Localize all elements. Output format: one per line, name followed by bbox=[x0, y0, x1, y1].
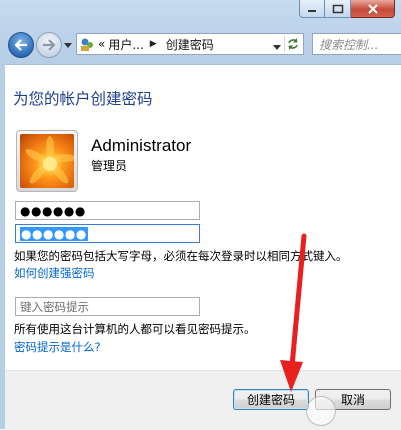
forward-arrow-icon bbox=[43, 39, 56, 51]
content-pane: 为您的帐户创建密码 Administrator 管理员 ●●●●●● ●●●●●… bbox=[5, 64, 401, 370]
refresh-icon[interactable] bbox=[285, 36, 301, 52]
password-hint-field[interactable]: 键入密码提示 bbox=[15, 297, 200, 316]
password-hint-placeholder: 键入密码提示 bbox=[20, 299, 89, 314]
user-role: 管理员 bbox=[91, 159, 128, 173]
maximize-icon bbox=[332, 4, 343, 13]
breadcrumb-create-password[interactable]: 创建密码 bbox=[166, 36, 214, 53]
navigation-bar: « 用户... ▶ 创建密码 搜索控制... bbox=[0, 28, 401, 64]
chevron-down-icon bbox=[64, 42, 72, 48]
confirm-password-value: ●●●●●● bbox=[20, 226, 88, 241]
button-bar: 创建密码 取消 bbox=[5, 370, 401, 430]
hint-visibility-note: 所有使用这台计算机的人都可以看见密码提示。 bbox=[14, 322, 256, 336]
create-password-button[interactable]: 创建密码 bbox=[233, 389, 309, 410]
control-panel-icon bbox=[79, 36, 95, 52]
confirm-password-field[interactable]: ●●●●●● bbox=[15, 224, 200, 243]
back-arrow-icon bbox=[14, 39, 27, 51]
back-button[interactable] bbox=[8, 32, 34, 58]
strong-password-link[interactable]: 如何创建强密码 bbox=[14, 265, 95, 281]
maximize-button[interactable] bbox=[325, 0, 351, 18]
avatar bbox=[16, 130, 78, 192]
breadcrumb-separator-icon[interactable]: ▶ bbox=[150, 39, 157, 49]
close-icon bbox=[367, 3, 378, 14]
breadcrumb-overflow[interactable]: « bbox=[98, 37, 105, 51]
new-password-field[interactable]: ●●●●●● bbox=[15, 201, 200, 220]
new-password-value: ●●●●●● bbox=[20, 203, 86, 218]
flower-picture-icon bbox=[20, 134, 74, 188]
recent-pages-dropdown[interactable] bbox=[63, 40, 73, 50]
user-name: Administrator bbox=[91, 136, 192, 155]
password-hint-help-link[interactable]: 密码提示是什么? bbox=[14, 339, 101, 355]
address-dropdown-icon[interactable] bbox=[273, 39, 281, 53]
watermark-logo-icon bbox=[306, 396, 336, 426]
page-title: 为您的帐户创建密码 bbox=[13, 90, 153, 108]
breadcrumb-user-accounts[interactable]: 用户... bbox=[108, 36, 143, 53]
forward-button[interactable] bbox=[36, 32, 62, 58]
minimize-icon bbox=[308, 9, 316, 12]
caps-lock-note: 如果您的密码包括大写字母，必须在每次登录时以相同方式键入。 bbox=[14, 249, 348, 263]
search-input[interactable]: 搜索控制... bbox=[312, 33, 401, 55]
minimize-button[interactable] bbox=[299, 0, 325, 18]
close-button[interactable] bbox=[351, 0, 395, 18]
address-bar[interactable]: « 用户... ▶ 创建密码 bbox=[76, 33, 304, 55]
caption-buttons bbox=[299, 0, 395, 18]
